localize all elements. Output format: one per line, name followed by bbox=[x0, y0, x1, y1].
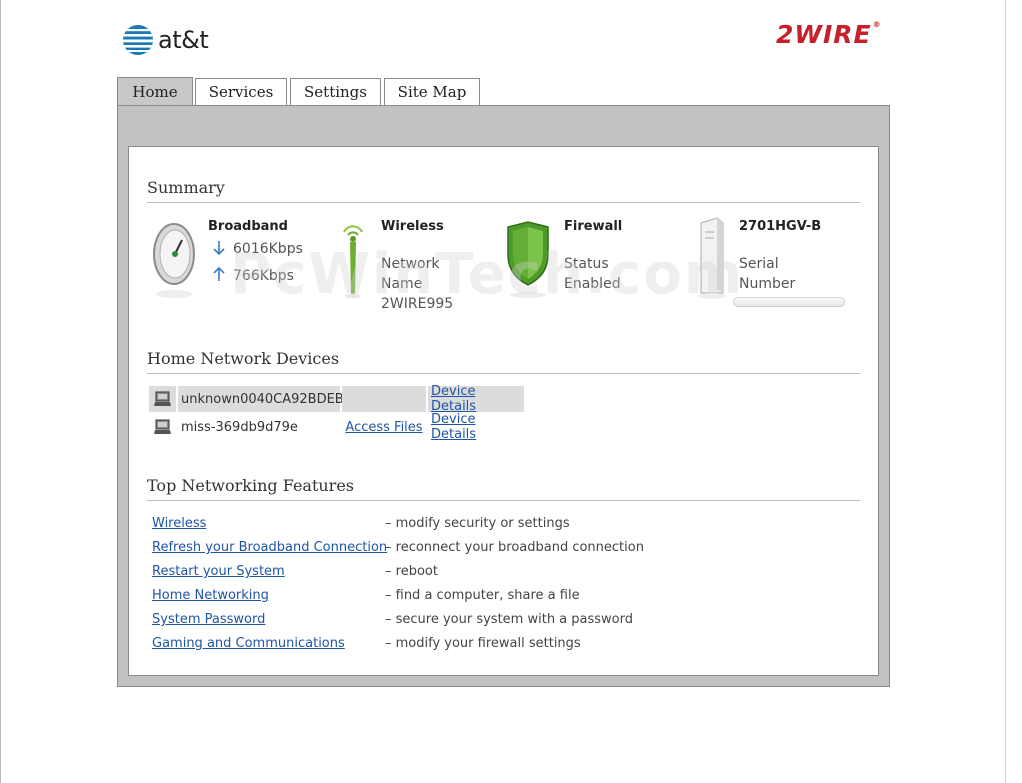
computer-icon bbox=[149, 414, 176, 440]
broadband-up-speed: 766Kbps bbox=[233, 268, 294, 284]
table-row: miss-369db9d79e Access Files Device Deta… bbox=[149, 412, 524, 442]
wireless-network-label: Network bbox=[381, 256, 440, 272]
summary-title: Summary bbox=[147, 178, 225, 197]
tab-site-map[interactable]: Site Map bbox=[384, 78, 480, 105]
feature-description: – secure your system with a password bbox=[385, 612, 634, 627]
feature-description: – reboot bbox=[385, 564, 438, 579]
tab-label: Settings bbox=[304, 83, 367, 101]
wireless-antenna-icon bbox=[343, 225, 363, 299]
features-divider bbox=[147, 500, 860, 501]
device-details-link[interactable]: Device Details bbox=[431, 384, 524, 414]
registered-mark: ® bbox=[872, 20, 882, 29]
home-network-title: Home Network Devices bbox=[147, 349, 340, 368]
firewall-status-value: Enabled bbox=[564, 276, 621, 292]
vertical-scrollbar[interactable] bbox=[1005, 0, 1022, 783]
feature-description: – modify your firewall settings bbox=[385, 636, 581, 651]
wireless-link[interactable]: Wireless bbox=[152, 516, 206, 531]
feature-description: – reconnect your broadband connection bbox=[385, 540, 644, 555]
tab-label: Services bbox=[208, 83, 274, 101]
firewall-status-label: Status bbox=[564, 256, 609, 272]
tab-services[interactable]: Services bbox=[195, 78, 287, 105]
restart-system-link[interactable]: Restart your System bbox=[152, 564, 285, 579]
device-model-title: 2701HGV-B bbox=[739, 219, 822, 234]
access-files-cell bbox=[342, 386, 426, 412]
device-details-link[interactable]: Device Details bbox=[431, 412, 524, 442]
computer-icon bbox=[149, 386, 176, 412]
broadband-down-speed: 6016Kbps bbox=[233, 241, 303, 257]
arrow-up-icon bbox=[213, 266, 225, 281]
home-network-divider bbox=[147, 373, 860, 374]
serial-label: Serial bbox=[739, 256, 779, 272]
feature-description: – modify security or settings bbox=[385, 516, 570, 531]
broadband-title: Broadband bbox=[208, 219, 288, 234]
firewall-shield-icon bbox=[507, 221, 549, 298]
device-name: unknown0040CA92BDEB bbox=[178, 386, 344, 412]
att-logo-text: at&t bbox=[158, 26, 209, 54]
att-globe-icon bbox=[123, 25, 153, 55]
tab-label: Site Map bbox=[397, 83, 467, 101]
refresh-broadband-link[interactable]: Refresh your Broadband Connection bbox=[152, 540, 387, 555]
access-files-link[interactable]: Access Files bbox=[345, 420, 422, 435]
gaming-communications-link[interactable]: Gaming and Communications bbox=[152, 636, 345, 651]
wireless-ssid: 2WIRE995 bbox=[381, 296, 454, 312]
firewall-title: Firewall bbox=[564, 219, 623, 234]
gateway-device-icon bbox=[698, 217, 726, 299]
wireless-title: Wireless bbox=[381, 219, 444, 234]
twowire-logo: 2WIRE® bbox=[776, 20, 882, 49]
serial-number-field bbox=[733, 297, 845, 307]
tab-home[interactable]: Home bbox=[117, 77, 193, 106]
system-password-link[interactable]: System Password bbox=[152, 612, 265, 627]
device-name: miss-369db9d79e bbox=[181, 419, 298, 435]
feature-description: – find a computer, share a file bbox=[385, 588, 580, 603]
features-title: Top Networking Features bbox=[147, 476, 355, 495]
att-logo: at&t bbox=[122, 24, 209, 56]
tab-settings[interactable]: Settings bbox=[290, 78, 381, 105]
serial-number-label: Number bbox=[739, 276, 796, 292]
home-networking-link[interactable]: Home Networking bbox=[152, 588, 269, 603]
arrow-down-icon bbox=[213, 241, 225, 256]
summary-divider bbox=[147, 202, 860, 203]
twowire-logo-text: 2WIRE bbox=[776, 20, 872, 49]
window-left-edge bbox=[0, 0, 1, 783]
broadband-gauge-icon bbox=[153, 223, 195, 298]
wireless-name-label: Name bbox=[381, 276, 423, 292]
table-row: unknown0040CA92BDEB Device Details bbox=[149, 384, 524, 414]
tab-label: Home bbox=[132, 83, 178, 101]
